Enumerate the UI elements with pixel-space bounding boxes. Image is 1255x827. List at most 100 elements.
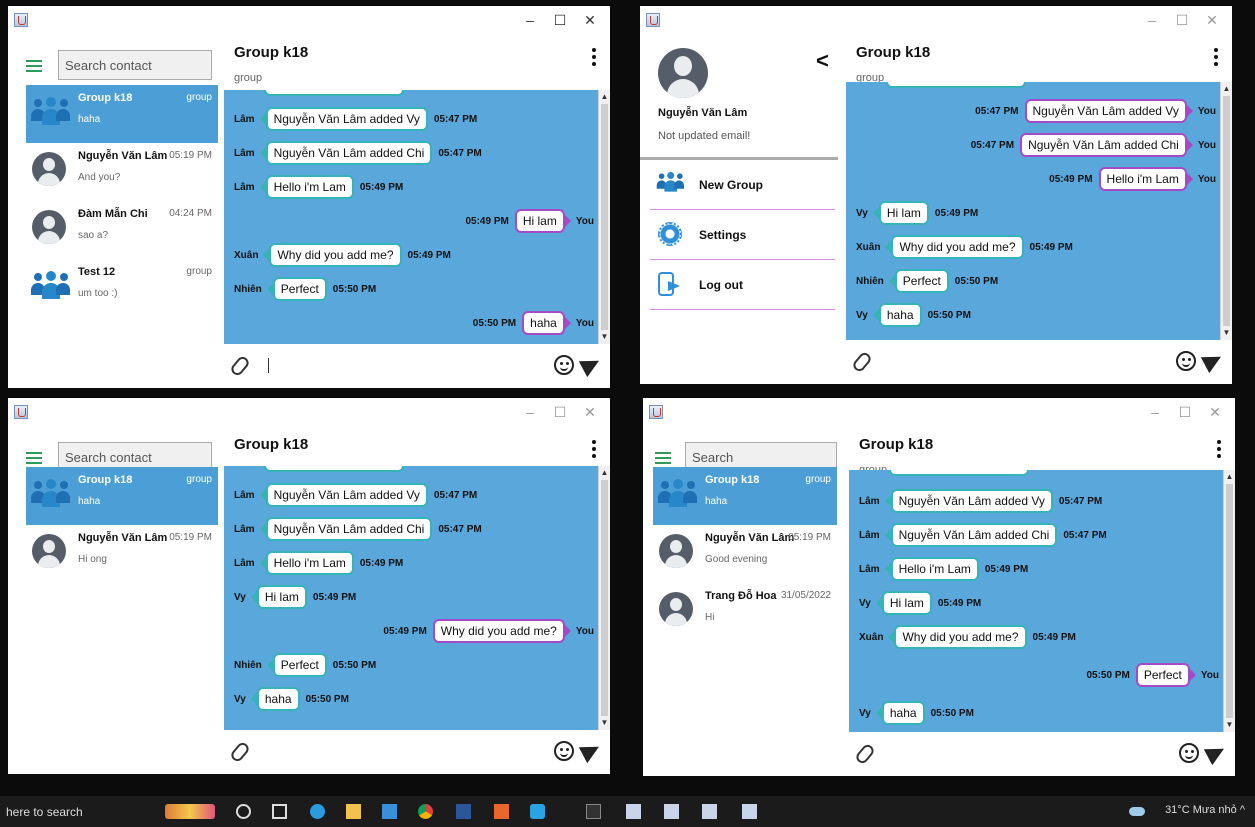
scroll-thumb[interactable] bbox=[1226, 484, 1233, 718]
scroll-thumb[interactable] bbox=[601, 104, 608, 330]
app-hex-icon[interactable] bbox=[530, 804, 545, 819]
contact-item[interactable]: Nguyễn Văn Lâm 05:19 PM Good evening bbox=[653, 525, 837, 583]
chat-window-2: – ☐ ✕ < Nguyễn Văn Lâm Not updated email… bbox=[640, 6, 1232, 384]
maximize-button[interactable]: ☐ bbox=[1168, 12, 1196, 29]
message-area[interactable]: Lâm Nguyễn Văn Lâm added Vy 05:47 PM Lâm Ngu… bbox=[849, 470, 1235, 732]
mail-icon[interactable] bbox=[382, 804, 397, 819]
maximize-button[interactable]: ☐ bbox=[1171, 404, 1199, 421]
scroll-down-icon[interactable]: ▼ bbox=[600, 332, 609, 342]
message-area[interactable]: Lâm Nguyễn Văn Lâm added Vy 05:47 PM Lâm Ngu… bbox=[224, 90, 610, 344]
minimize-button[interactable]: – bbox=[1138, 12, 1166, 28]
contact-item[interactable]: Đàm Mẫn Chi 04:24 PM sao a? bbox=[26, 201, 218, 259]
app-orange-icon[interactable] bbox=[494, 804, 509, 819]
scroll-up-icon[interactable]: ▲ bbox=[600, 468, 609, 478]
contact-item[interactable]: Nguyễn Văn Lâm 05:19 PM Hi ong bbox=[26, 525, 218, 583]
sender-name: Lâm bbox=[234, 113, 255, 125]
java-app-icon[interactable] bbox=[702, 804, 717, 819]
attachment-icon[interactable] bbox=[228, 740, 252, 764]
java-app-icon[interactable] bbox=[626, 804, 641, 819]
contact-item[interactable]: Group k18 group haha bbox=[26, 467, 218, 525]
more-options-icon[interactable] bbox=[592, 440, 596, 460]
chrome-icon[interactable] bbox=[418, 804, 433, 819]
word-icon[interactable] bbox=[456, 804, 471, 819]
attachment-icon[interactable] bbox=[853, 742, 877, 766]
tray-chevron-icon[interactable]: ^ bbox=[1240, 804, 1245, 816]
maximize-button[interactable]: ☐ bbox=[546, 404, 574, 421]
sender-name: You bbox=[1197, 105, 1216, 117]
maximize-button[interactable]: ☐ bbox=[546, 12, 574, 29]
message-input-bar[interactable] bbox=[224, 344, 610, 388]
emoji-icon[interactable] bbox=[554, 355, 574, 375]
more-options-icon[interactable] bbox=[1214, 48, 1218, 68]
send-icon[interactable] bbox=[1203, 740, 1229, 766]
search-input[interactable]: Search contact bbox=[58, 50, 212, 80]
close-button[interactable]: ✕ bbox=[576, 12, 604, 29]
more-options-icon[interactable] bbox=[592, 48, 596, 68]
message-bubble-partial bbox=[264, 90, 404, 96]
message-bubble: Why did you add me? bbox=[894, 625, 1027, 649]
minimize-button[interactable]: – bbox=[516, 404, 544, 420]
vertical-scrollbar[interactable]: ▲ ▼ bbox=[1220, 82, 1232, 340]
sender-name: Lâm bbox=[234, 181, 255, 193]
message-area[interactable]: Lâm Nguyễn Văn Lâm added Vy 05:47 PM Lâm Ngu… bbox=[224, 466, 610, 730]
contact-item[interactable]: Nguyễn Văn Lâm 05:19 PM And you? bbox=[26, 143, 218, 201]
send-icon[interactable] bbox=[578, 738, 604, 764]
scroll-thumb[interactable] bbox=[601, 480, 608, 716]
scroll-up-icon[interactable]: ▲ bbox=[1225, 472, 1234, 482]
message-input-bar[interactable] bbox=[224, 730, 610, 774]
attachment-icon[interactable] bbox=[850, 350, 874, 374]
minimize-button[interactable]: – bbox=[1141, 404, 1169, 420]
vertical-scrollbar[interactable]: ▲ ▼ bbox=[1223, 470, 1235, 732]
weather-text[interactable]: 31°C Mưa nhỏ ^ bbox=[1165, 804, 1245, 816]
message-input-bar[interactable] bbox=[846, 340, 1232, 384]
close-button[interactable]: ✕ bbox=[1198, 12, 1226, 29]
emoji-icon[interactable] bbox=[1176, 351, 1196, 371]
emoji-icon[interactable] bbox=[554, 741, 574, 761]
scroll-thumb[interactable] bbox=[1223, 96, 1230, 326]
contact-item[interactable]: Group k18 group haha bbox=[653, 467, 837, 525]
contact-item[interactable]: Test 12 group um too :) bbox=[26, 259, 218, 317]
edge-icon[interactable] bbox=[310, 804, 325, 819]
back-icon[interactable]: < bbox=[816, 48, 829, 74]
java-app-icon[interactable] bbox=[664, 804, 679, 819]
close-button[interactable]: ✕ bbox=[1201, 404, 1229, 421]
close-button[interactable]: ✕ bbox=[576, 404, 604, 421]
attachment-icon[interactable] bbox=[228, 354, 252, 378]
contact-item[interactable]: Group k18 group haha bbox=[26, 85, 218, 143]
menu-item-settings[interactable]: Settings bbox=[650, 210, 835, 260]
taskbar-search[interactable]: here to search bbox=[6, 805, 83, 819]
search-highlight-icon[interactable] bbox=[165, 804, 215, 819]
chat-panel: Group k18 group 05:47 PM Nguyễn Văn Lâm a… bbox=[846, 38, 1232, 384]
scroll-up-icon[interactable]: ▲ bbox=[600, 92, 609, 102]
vertical-scrollbar[interactable]: ▲ ▼ bbox=[598, 90, 610, 344]
scroll-down-icon[interactable]: ▼ bbox=[600, 718, 609, 728]
scroll-down-icon[interactable]: ▼ bbox=[1225, 720, 1234, 730]
vertical-scrollbar[interactable]: ▲ ▼ bbox=[598, 466, 610, 730]
emoji-icon[interactable] bbox=[1179, 743, 1199, 763]
message-bubble: Nguyễn Văn Lâm added Vy bbox=[265, 483, 428, 507]
hamburger-menu-icon[interactable] bbox=[26, 452, 42, 464]
more-options-icon[interactable] bbox=[1217, 440, 1221, 460]
java-app-icon[interactable] bbox=[742, 804, 757, 819]
message-input-bar[interactable] bbox=[849, 732, 1235, 776]
message-area[interactable]: 05:47 PM Nguyễn Văn Lâm added Vy You 05:47 … bbox=[846, 82, 1232, 340]
scroll-down-icon[interactable]: ▼ bbox=[1222, 328, 1231, 338]
menu-item-new-group[interactable]: New Group bbox=[650, 160, 835, 210]
file-explorer-icon[interactable] bbox=[346, 804, 361, 819]
hamburger-menu-icon[interactable] bbox=[26, 60, 42, 72]
contact-last-message: Hi bbox=[705, 612, 715, 623]
send-icon[interactable] bbox=[1200, 348, 1226, 374]
message-bubble: haha bbox=[256, 687, 300, 711]
cortana-icon[interactable] bbox=[236, 804, 251, 819]
task-view-icon[interactable] bbox=[272, 804, 287, 819]
menu-label: Log out bbox=[699, 278, 743, 292]
send-icon[interactable] bbox=[578, 352, 604, 378]
chat-title: Group k18 bbox=[859, 436, 934, 453]
scroll-up-icon[interactable]: ▲ bbox=[1222, 84, 1231, 94]
contact-item[interactable]: Trang Đỗ Hoa 31/05/2022 Hi bbox=[653, 583, 837, 641]
terminal-icon[interactable] bbox=[586, 804, 601, 819]
minimize-button[interactable]: – bbox=[516, 12, 544, 28]
hamburger-menu-icon[interactable] bbox=[655, 452, 671, 464]
contact-time: group bbox=[186, 474, 212, 485]
menu-item-logout[interactable]: Log out bbox=[650, 260, 835, 310]
